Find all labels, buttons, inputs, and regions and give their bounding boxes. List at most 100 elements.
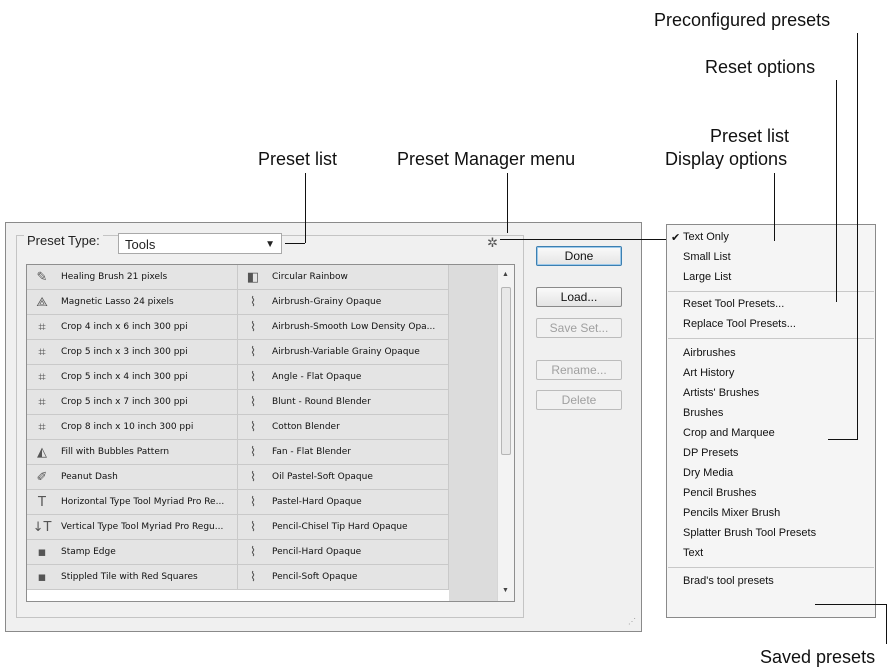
- done-button[interactable]: Done: [536, 246, 622, 266]
- menu-item-pencil-brushes[interactable]: Pencil Brushes: [683, 487, 756, 499]
- preset-list-item[interactable]: ⌇ Fan - Flat Blender: [238, 440, 449, 465]
- menu-item-crop-and-marquee[interactable]: Crop and Marquee: [683, 427, 775, 439]
- crop-icon: ⌗: [38, 369, 46, 385]
- preset-list-item[interactable]: ⌗ Crop 5 inch x 3 inch 300 ppi: [27, 340, 238, 365]
- brush-icon: ⌇: [249, 469, 257, 485]
- preset-list-item-label: Fill with Bubbles Pattern: [61, 446, 170, 457]
- preset-list-empty-area: [449, 265, 497, 601]
- preset-type-select[interactable]: Tools ▼: [118, 233, 282, 254]
- menu-item-airbrushes[interactable]: Airbrushes: [683, 347, 736, 359]
- preset-list-item[interactable]: ⌇ Pencil-Hard Opaque: [238, 540, 449, 565]
- preset-list-item[interactable]: ▪ Stippled Tile with Red Squares: [27, 565, 238, 590]
- preset-type-value: Tools: [125, 237, 156, 252]
- preset-list-item-label: Oil Pastel-Soft Opaque: [272, 471, 373, 482]
- brush-icon: ⌇: [249, 494, 257, 510]
- scroll-down-icon[interactable]: ▼: [502, 587, 509, 594]
- preset-list-item-label: Stippled Tile with Red Squares: [61, 571, 198, 582]
- resize-grip[interactable]: ⋰: [628, 617, 636, 626]
- preset-list-item[interactable]: ⌗ Crop 8 inch x 10 inch 300 ppi: [27, 415, 238, 440]
- preset-list-item[interactable]: ⌇ Oil Pastel-Soft Opaque: [238, 465, 449, 490]
- menu-item-art-history[interactable]: Art History: [683, 367, 734, 379]
- brush-icon: ⌇: [249, 294, 257, 310]
- brush-icon: ⌇: [249, 444, 257, 460]
- delete-button[interactable]: Delete: [536, 390, 622, 410]
- preset-list-item[interactable]: ⌇ Angle - Flat Opaque: [238, 365, 449, 390]
- preset-list-item-label: Pencil-Chisel Tip Hard Opaque: [272, 521, 408, 532]
- callout-preset-list-display-line1: Preset list: [710, 126, 790, 146]
- preset-list-item[interactable]: ⌇ Pencil-Chisel Tip Hard Opaque: [238, 515, 449, 540]
- square-icon: ▪: [37, 544, 47, 560]
- rename-button[interactable]: Rename...: [536, 360, 622, 380]
- vertical-type-icon: ↓T: [32, 519, 52, 535]
- preset-list-item[interactable]: ⟁ Magnetic Lasso 24 pixels: [27, 290, 238, 315]
- preset-list-item-label: Airbrush-Grainy Opaque: [272, 296, 382, 307]
- callout-preset-list-display-line2: Display options: [665, 149, 788, 169]
- magnetic-lasso-icon: ⟁: [36, 294, 48, 310]
- preset-list-item-label: Angle - Flat Opaque: [272, 371, 362, 382]
- menu-item-pencils-mixer-brush[interactable]: Pencils Mixer Brush: [683, 507, 780, 519]
- preset-list-scrollbar[interactable]: ▲ ▼: [497, 265, 514, 601]
- menu-item-large-list[interactable]: Large List: [683, 271, 731, 283]
- preset-list-item[interactable]: ◧ Circular Rainbow: [238, 265, 449, 290]
- save-set-button[interactable]: Save Set...: [536, 318, 622, 338]
- menu-item-splatter-brush-tool-presets[interactable]: Splatter Brush Tool Presets: [683, 527, 816, 539]
- preset-list-item-label: Circular Rainbow: [272, 271, 348, 282]
- preset-list-item[interactable]: ⌇ Airbrush-Smooth Low Density Opa...: [238, 315, 449, 340]
- load-button[interactable]: Load...: [536, 287, 622, 307]
- preset-list-item-label: Blunt - Round Blender: [272, 396, 371, 407]
- brush-icon: ⌇: [249, 569, 257, 585]
- preset-manager-menu-gear-icon[interactable]: ✲: [487, 235, 498, 251]
- preset-list-item[interactable]: ◭ Fill with Bubbles Pattern: [27, 440, 238, 465]
- preset-list-item[interactable]: ✐ Peanut Dash: [27, 465, 238, 490]
- menu-item-text[interactable]: Text: [683, 547, 703, 559]
- menu-item-dry-media[interactable]: Dry Media: [683, 467, 733, 479]
- leader-line-reset-options: [836, 80, 837, 302]
- leader-line-display-options: [774, 173, 775, 241]
- preset-list-item[interactable]: ⌇ Pencil-Soft Opaque: [238, 565, 449, 590]
- preset-list-column-2: ◧ Circular Rainbow ⌇ Airbrush-Grainy Opaque…: [238, 265, 449, 590]
- preset-list-item[interactable]: ⌇ Pastel-Hard Opaque: [238, 490, 449, 515]
- preset-list-item[interactable]: ⌇ Blunt - Round Blender: [238, 390, 449, 415]
- pencil-icon: ✐: [36, 469, 48, 485]
- menu-item-text-only[interactable]: ✔ Text Only: [671, 231, 729, 244]
- menu-item-reset-tool-presets[interactable]: Reset Tool Presets...: [683, 298, 784, 310]
- preset-list-item-label: Crop 5 inch x 3 inch 300 ppi: [61, 346, 188, 357]
- preset-list-item-label: Horizontal Type Tool Myriad Pro Re...: [61, 496, 225, 507]
- leader-line-preset-list: [305, 173, 306, 243]
- menu-item-artists-brushes[interactable]: Artists' Brushes: [683, 387, 759, 399]
- menu-item-brushes[interactable]: Brushes: [683, 407, 723, 419]
- scroll-thumb[interactable]: [501, 287, 511, 455]
- menu-item-small-list[interactable]: Small List: [683, 251, 731, 263]
- menu-item-dp-presets[interactable]: DP Presets: [683, 447, 738, 459]
- menu-item-brads-tool-presets[interactable]: Brad's tool presets: [683, 575, 774, 587]
- brush-icon: ⌇: [249, 344, 257, 360]
- preset-list-item[interactable]: ⌇ Cotton Blender: [238, 415, 449, 440]
- crop-icon: ⌗: [38, 394, 46, 410]
- leader-line-preconfigured-presets-h: [828, 439, 858, 440]
- gradient-icon: ◧: [246, 269, 260, 285]
- preset-list-item[interactable]: ⌗ Crop 5 inch x 7 inch 300 ppi: [27, 390, 238, 415]
- preset-list-item-label: Healing Brush 21 pixels: [61, 271, 168, 282]
- preset-list-item[interactable]: ⌗ Crop 4 inch x 6 inch 300 ppi: [27, 315, 238, 340]
- preset-list-item[interactable]: ↓T Vertical Type Tool Myriad Pro Regu...: [27, 515, 238, 540]
- healing-brush-icon: ✎: [36, 269, 48, 285]
- callout-reset-options: Reset options: [705, 57, 816, 77]
- preset-list-item-label: Crop 4 inch x 6 inch 300 ppi: [61, 321, 188, 332]
- dropdown-arrow-icon: ▼: [265, 239, 275, 250]
- checkmark-icon: ✔: [671, 232, 681, 244]
- preset-list-column-1: ✎ Healing Brush 21 pixels ⟁ Magnetic Lasso …: [27, 265, 238, 590]
- scroll-up-icon[interactable]: ▲: [502, 271, 509, 278]
- preset-list-item-label: Airbrush-Variable Grainy Opaque: [272, 346, 420, 357]
- callout-preset-list: Preset list: [258, 149, 338, 169]
- preset-list-item[interactable]: ▪ Stamp Edge: [27, 540, 238, 565]
- preset-list-item[interactable]: ✎ Healing Brush 21 pixels: [27, 265, 238, 290]
- brush-icon: ⌇: [249, 369, 257, 385]
- crop-icon: ⌗: [38, 344, 46, 360]
- preset-list-item[interactable]: T Horizontal Type Tool Myriad Pro Re...: [27, 490, 238, 515]
- preset-list-item-label: Pencil-Hard Opaque: [272, 546, 362, 557]
- menu-item-replace-tool-presets[interactable]: Replace Tool Presets...: [683, 318, 796, 330]
- preset-list-item-label: Crop 8 inch x 10 inch 300 ppi: [61, 421, 194, 432]
- preset-list-item[interactable]: ⌇ Airbrush-Grainy Opaque: [238, 290, 449, 315]
- preset-list-item[interactable]: ⌇ Airbrush-Variable Grainy Opaque: [238, 340, 449, 365]
- preset-list-item[interactable]: ⌗ Crop 5 inch x 4 inch 300 ppi: [27, 365, 238, 390]
